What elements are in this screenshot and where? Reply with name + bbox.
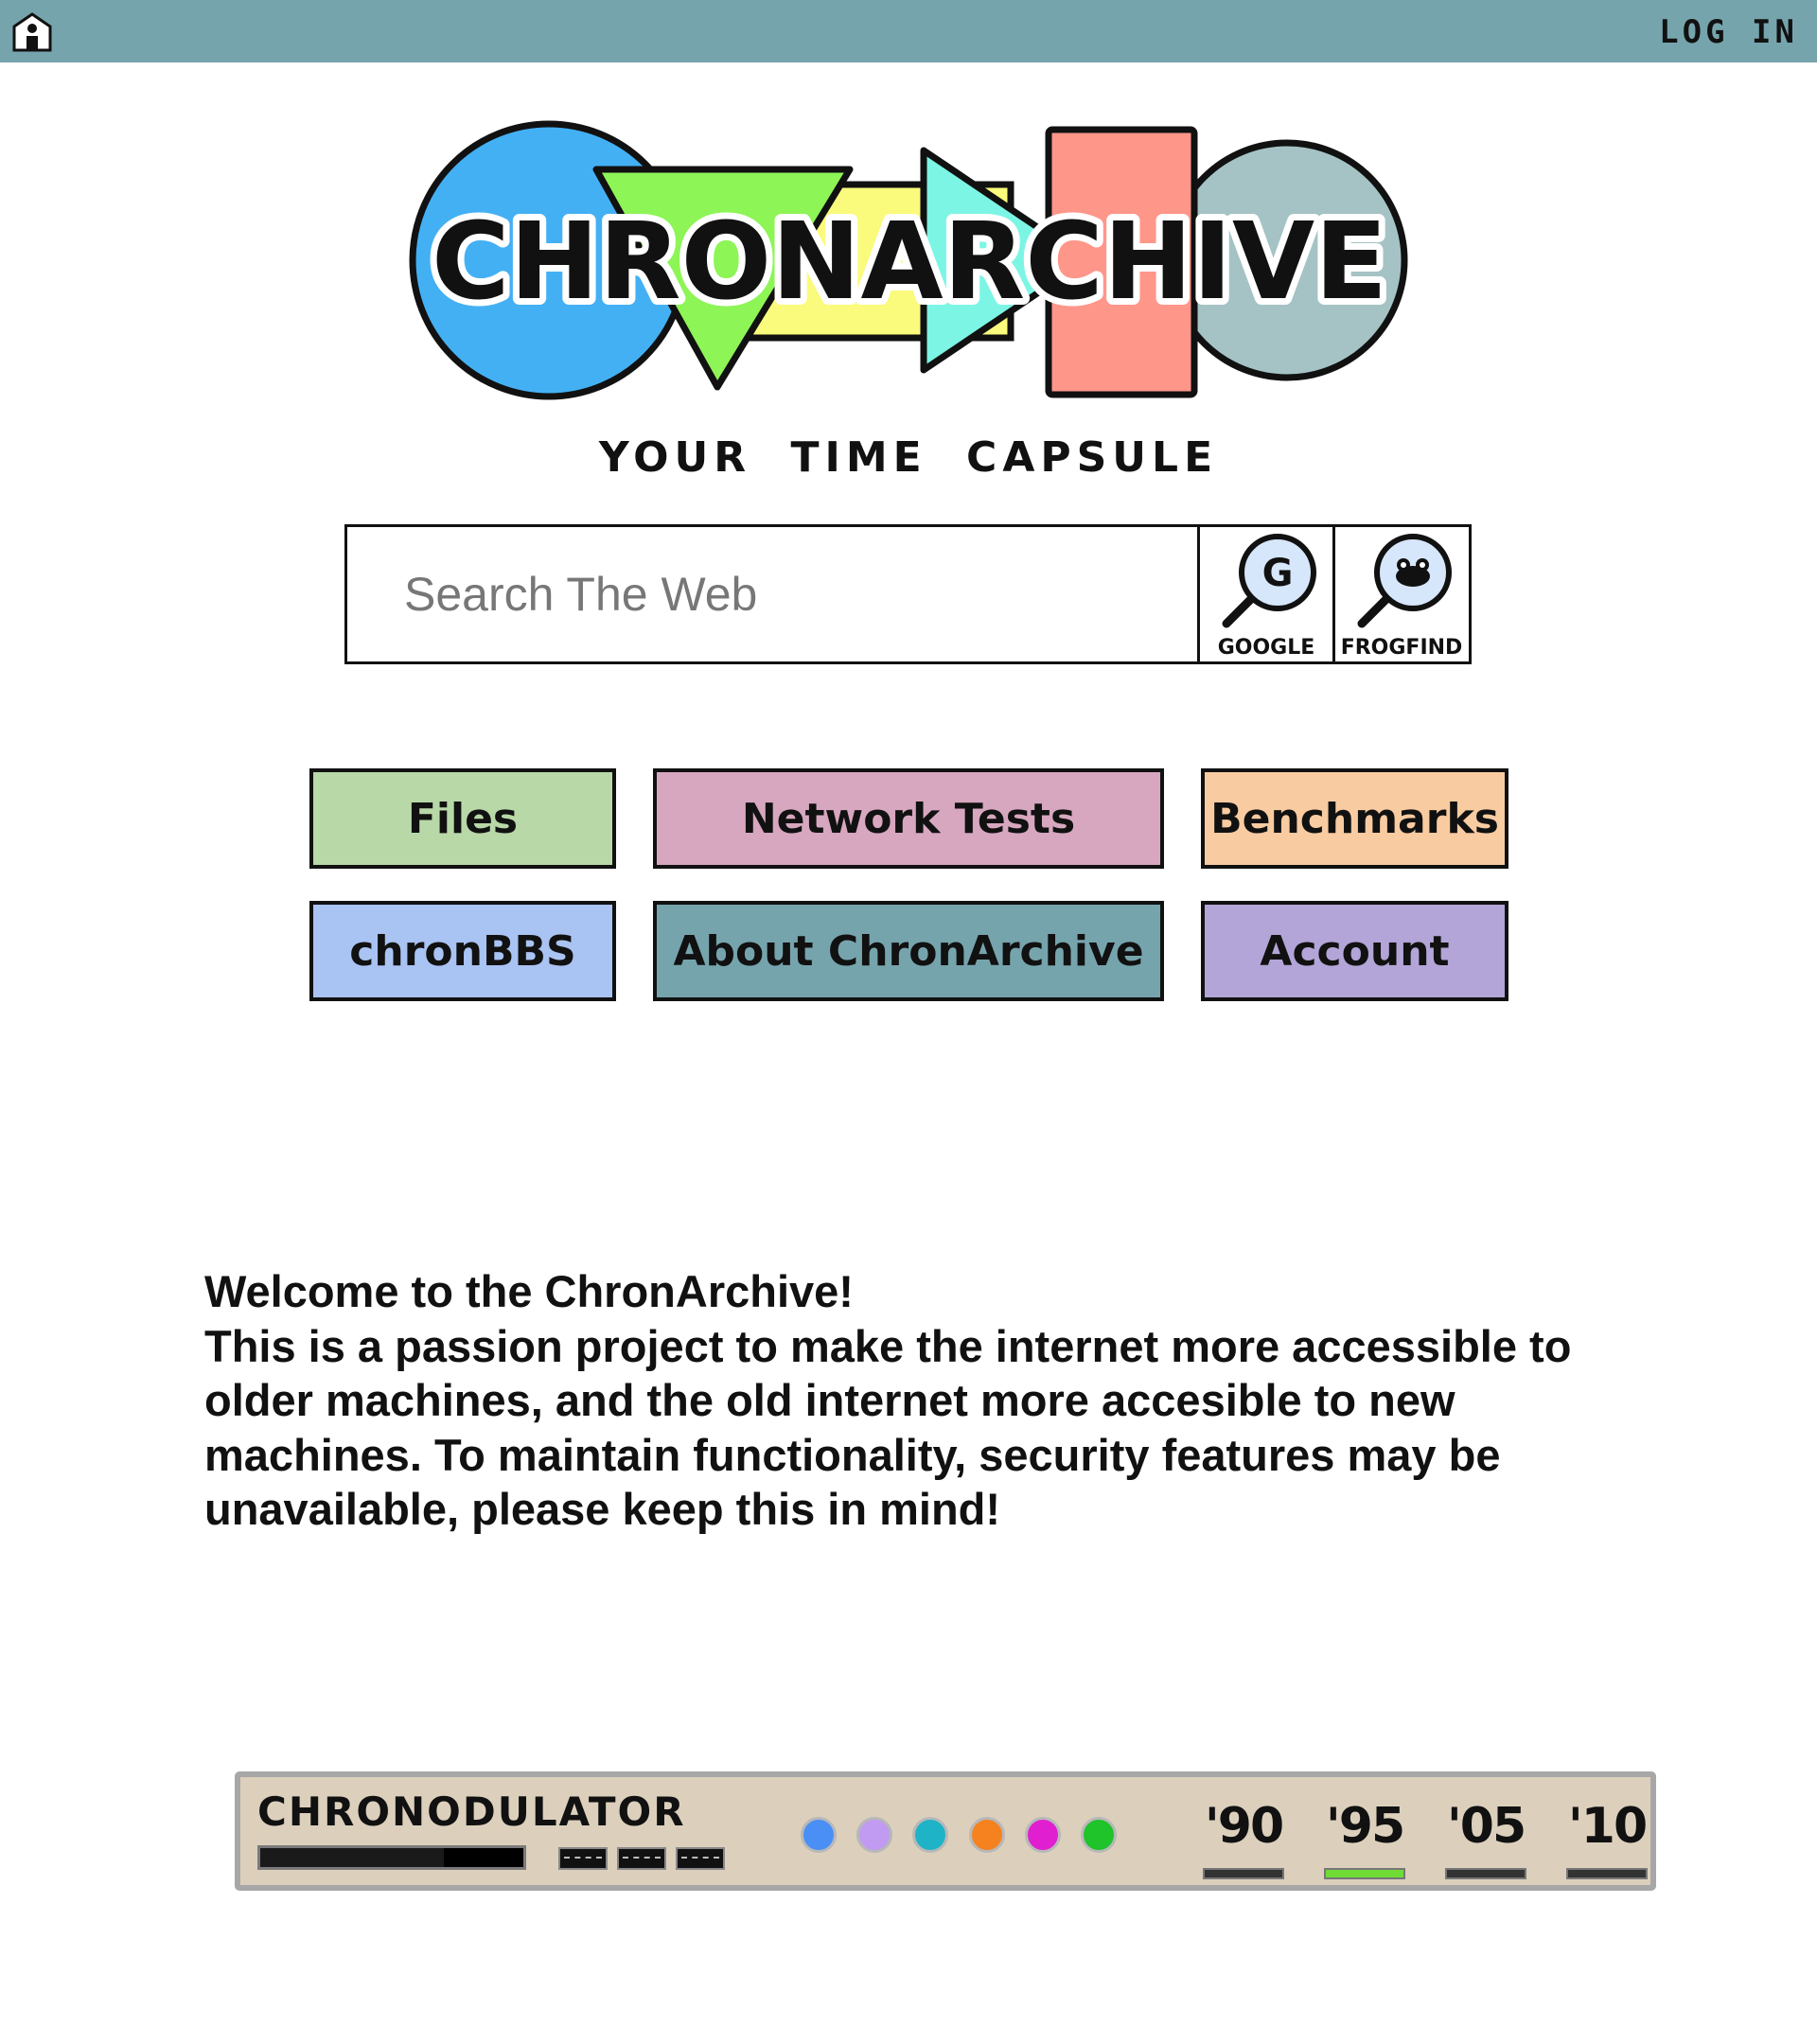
- welcome-heading: Welcome to the ChronArchive!: [204, 1266, 854, 1316]
- logo-text: CHRONARCHIVE: [432, 201, 1387, 324]
- chronbbs-button[interactable]: chronBBS: [309, 901, 616, 1001]
- chronodulator-switch-2[interactable]: [617, 1847, 666, 1870]
- chronodulator-switch-3[interactable]: [676, 1847, 725, 1870]
- year-10-indicator: [1566, 1868, 1648, 1879]
- chronodulator-slider[interactable]: [257, 1845, 526, 1870]
- search-input[interactable]: [347, 527, 1197, 661]
- year-90-button[interactable]: '90: [1198, 1798, 1289, 1855]
- chrono-dot-magenta[interactable]: [1025, 1817, 1061, 1853]
- year-10-button[interactable]: '10: [1561, 1798, 1652, 1855]
- frogfind-label: FROGFIND: [1340, 636, 1463, 660]
- svg-text:G: G: [1262, 552, 1294, 595]
- chrono-dot-blue[interactable]: [801, 1817, 837, 1853]
- search-box: G GOOGLE FROGFIND: [344, 524, 1472, 664]
- year-95-indicator: [1324, 1868, 1405, 1879]
- chronodulator-title: CHRONODULATOR: [257, 1788, 686, 1835]
- benchmarks-button[interactable]: Benchmarks: [1201, 768, 1508, 869]
- frogfind-search-button[interactable]: FROGFIND: [1332, 527, 1468, 661]
- files-button[interactable]: Files: [309, 768, 616, 869]
- frog-magnifier-icon: [1357, 534, 1452, 628]
- chrono-dot-lavender[interactable]: [856, 1817, 892, 1853]
- year-05-button[interactable]: '05: [1440, 1798, 1531, 1855]
- chronarchive-logo: CHRONARCHIVE: [409, 120, 1408, 400]
- network-tests-button[interactable]: Network Tests: [653, 768, 1164, 869]
- chronodulator-slider-knob[interactable]: [444, 1848, 523, 1867]
- chronodulator-panel: CHRONODULATOR '90 '95 '05 '10: [235, 1771, 1656, 1891]
- about-chronarchive-button[interactable]: About ChronArchive: [653, 901, 1164, 1001]
- chronodulator-switch-1[interactable]: [558, 1847, 608, 1870]
- welcome-body: This is a passion project to make the in…: [204, 1320, 1572, 1535]
- login-link[interactable]: LOG IN: [1659, 13, 1798, 51]
- top-bar: LOG IN: [0, 0, 1817, 62]
- year-05-indicator: [1445, 1868, 1526, 1879]
- welcome-text: Welcome to the ChronArchive! This is a p…: [204, 1264, 1624, 1537]
- chrono-dot-orange[interactable]: [969, 1817, 1005, 1853]
- home-icon[interactable]: [11, 11, 53, 53]
- year-90-indicator: [1203, 1868, 1284, 1879]
- tagline: YOUR TIME CAPSULE: [598, 433, 1219, 482]
- chrono-dot-green[interactable]: [1081, 1817, 1117, 1853]
- google-search-button[interactable]: G GOOGLE: [1197, 527, 1332, 661]
- account-button[interactable]: Account: [1201, 901, 1508, 1001]
- google-label: GOOGLE: [1217, 636, 1315, 660]
- year-95-button[interactable]: '95: [1319, 1798, 1410, 1855]
- chrono-dot-teal[interactable]: [912, 1817, 948, 1853]
- google-magnifier-icon: G: [1222, 534, 1316, 628]
